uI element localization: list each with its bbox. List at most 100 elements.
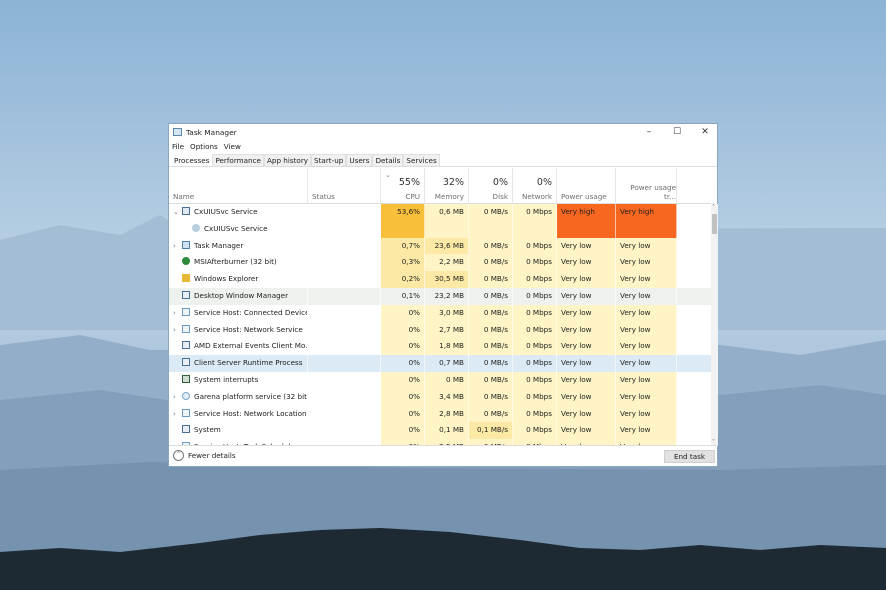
tab-details[interactable]: Details xyxy=(372,154,404,166)
tab-performance[interactable]: Performance xyxy=(212,154,264,166)
table-row[interactable]: › Service Host: Connected Device... 0% 3,0 … xyxy=(169,304,711,322)
process-table: Name Status ⌄ 55% CPU 32% Memory 0% Disk 0%… xyxy=(169,168,711,446)
column-network[interactable]: 0% Network xyxy=(513,168,557,204)
mem-cell: 0,7 MB xyxy=(425,355,469,372)
table-row[interactable]: ⌄ CxUIUSvc Service 53,6% 0,6 MB 0 MB/s 0 Mbps… xyxy=(169,204,711,221)
column-cpu[interactable]: ⌄ 55% CPU xyxy=(381,168,425,204)
column-name[interactable]: Name xyxy=(169,168,308,204)
mem-value: 2,8 MB xyxy=(439,408,464,418)
net-cell: 0 Mbps xyxy=(513,271,557,288)
table-row[interactable]: System interrupts 0% 0 MB 0 MB/s 0 Mbps Very … xyxy=(169,371,711,389)
net-cell: 0 Mbps xyxy=(513,304,557,322)
table-row[interactable]: › Service Host: Network Service 0% 2,7 MB 0 … xyxy=(169,321,711,339)
net-cell xyxy=(513,220,557,238)
status-cell xyxy=(308,220,381,238)
chevron-right-icon[interactable]: › xyxy=(173,305,182,322)
chevron-right-icon[interactable]: › xyxy=(173,406,182,423)
column-power-usage-trend[interactable]: Power usage tr... xyxy=(616,168,677,204)
power-cell: Very low xyxy=(557,388,616,406)
chevron-right-icon[interactable]: › xyxy=(173,389,182,406)
tab-users[interactable]: Users xyxy=(346,154,373,166)
end-task-button[interactable]: End task xyxy=(664,450,715,463)
cpu-label: CPU xyxy=(405,192,420,201)
disk-value: 0 MB/s xyxy=(483,374,508,384)
mem-value: 23,2 MB xyxy=(434,290,464,300)
tab-processes[interactable]: Processes xyxy=(171,154,213,166)
chevron-right-icon[interactable]: › xyxy=(173,322,182,339)
tab-services[interactable]: Services xyxy=(403,154,440,166)
close-button[interactable]: ✕ xyxy=(691,124,719,140)
trend-cell: Very low xyxy=(616,287,677,305)
menu-file[interactable]: File xyxy=(172,142,184,151)
status-cell xyxy=(308,405,381,423)
disk-value: 0 MB/s xyxy=(483,408,508,418)
process-name-cell: › Service Host: Network Location ... xyxy=(169,405,308,423)
chevron-down-icon[interactable]: ⌄ xyxy=(173,204,182,221)
net-cell: 0 Mbps xyxy=(513,422,557,440)
disk-label: Disk xyxy=(492,192,508,201)
cpu-value: 0,2% xyxy=(401,274,420,284)
task-manager-icon xyxy=(182,240,190,249)
disk-cell: 0 MB/s xyxy=(469,371,513,389)
column-power-usage[interactable]: Power usage xyxy=(557,168,616,204)
scroll-up-icon[interactable]: ˄ xyxy=(712,204,715,211)
table-row[interactable]: › Service Host: Network Location ... 0% 2,8… xyxy=(169,405,711,423)
cpu-value: 0% xyxy=(408,358,420,368)
disk-value: 0 MB/s xyxy=(483,324,508,334)
table-row[interactable]: MSIAfterburner (32 bit) 0,3% 2,2 MB 0 MB/s 0… xyxy=(169,254,711,272)
trend-value: Very low xyxy=(620,240,651,250)
power-cell: Very low xyxy=(557,405,616,423)
mem-value: 0,1 MB xyxy=(439,425,464,435)
mem-cell: 1,8 MB xyxy=(425,338,469,356)
net-value: 0 Mbps xyxy=(526,358,552,368)
trend-cell: Very high xyxy=(616,204,677,221)
service-host-icon xyxy=(182,307,190,316)
cpu-value: 0,1% xyxy=(401,290,420,300)
column-status[interactable]: Status xyxy=(308,168,381,204)
power-value: Very low xyxy=(561,391,592,401)
power-cell: Very high xyxy=(557,204,616,221)
table-row[interactable]: Desktop Window Manager 0,1% 23,2 MB 0 MB/s 0… xyxy=(169,287,711,305)
menu-options[interactable]: Options xyxy=(190,142,218,151)
tab-start-up[interactable]: Start-up xyxy=(311,154,347,166)
scrollbar-thumb[interactable] xyxy=(712,214,717,234)
menu-view[interactable]: View xyxy=(224,142,241,151)
trend-cell: Very low xyxy=(616,338,677,356)
vertical-scrollbar[interactable]: ˄ ˅ xyxy=(711,204,718,446)
table-row[interactable]: CxUIUSvc Service xyxy=(169,220,711,238)
disk-value: 0 MB/s xyxy=(483,240,508,250)
table-row[interactable]: › Garena platform service (32 bit) 0% 3,4 M… xyxy=(169,388,711,406)
table-row[interactable]: AMD External Events Client Mo... 0% 1,8 MB… xyxy=(169,338,711,356)
cpu-value: 0% xyxy=(408,425,420,435)
minimize-button[interactable]: – xyxy=(635,124,663,140)
process-name-cell: › Service Host: Connected Device... xyxy=(169,304,308,322)
status-cell xyxy=(308,254,381,272)
column-disk[interactable]: 0% Disk xyxy=(469,168,513,204)
net-value: 0 Mbps xyxy=(526,408,552,418)
table-row[interactable]: Windows Explorer 0,2% 30,5 MB 0 MB/s 0 Mbps V… xyxy=(169,271,711,288)
service-host-icon xyxy=(182,408,190,417)
mem-cell: 23,2 MB xyxy=(425,287,469,305)
table-row[interactable]: › Task Manager 0,7% 23,6 MB 0 MB/s 0 Mbps Very… xyxy=(169,237,711,255)
table-row[interactable]: Client Server Runtime Process 0% 0,7 MB 0 M… xyxy=(169,355,711,372)
process-name: MSIAfterburner (32 bit) xyxy=(194,257,277,267)
power-cell: Very low xyxy=(557,338,616,356)
power-value: Very low xyxy=(561,425,592,435)
power-cell: Very low xyxy=(557,304,616,322)
chevron-right-icon[interactable]: › xyxy=(173,238,182,255)
cpu-value: 0% xyxy=(408,391,420,401)
window-icon xyxy=(182,341,190,350)
mem-value: 30,5 MB xyxy=(434,274,464,284)
power-usage-label: Power usage xyxy=(561,192,607,201)
column-memory[interactable]: 32% Memory xyxy=(425,168,469,204)
table-row[interactable]: System 0% 0,1 MB 0,1 MB/s 0 Mbps Very low Very… xyxy=(169,422,711,440)
net-value: 0 Mbps xyxy=(526,391,552,401)
power-value: Very low xyxy=(561,240,592,250)
trend-cell: Very low xyxy=(616,355,677,372)
maximize-button[interactable]: ☐ xyxy=(663,124,691,140)
power-value: Very low xyxy=(561,307,592,317)
fewer-details-button[interactable]: ˄ Fewer details xyxy=(173,450,236,461)
status-cell xyxy=(308,422,381,440)
tab-app-history[interactable]: App history xyxy=(263,154,312,166)
cpu-cell: 0% xyxy=(381,355,425,372)
